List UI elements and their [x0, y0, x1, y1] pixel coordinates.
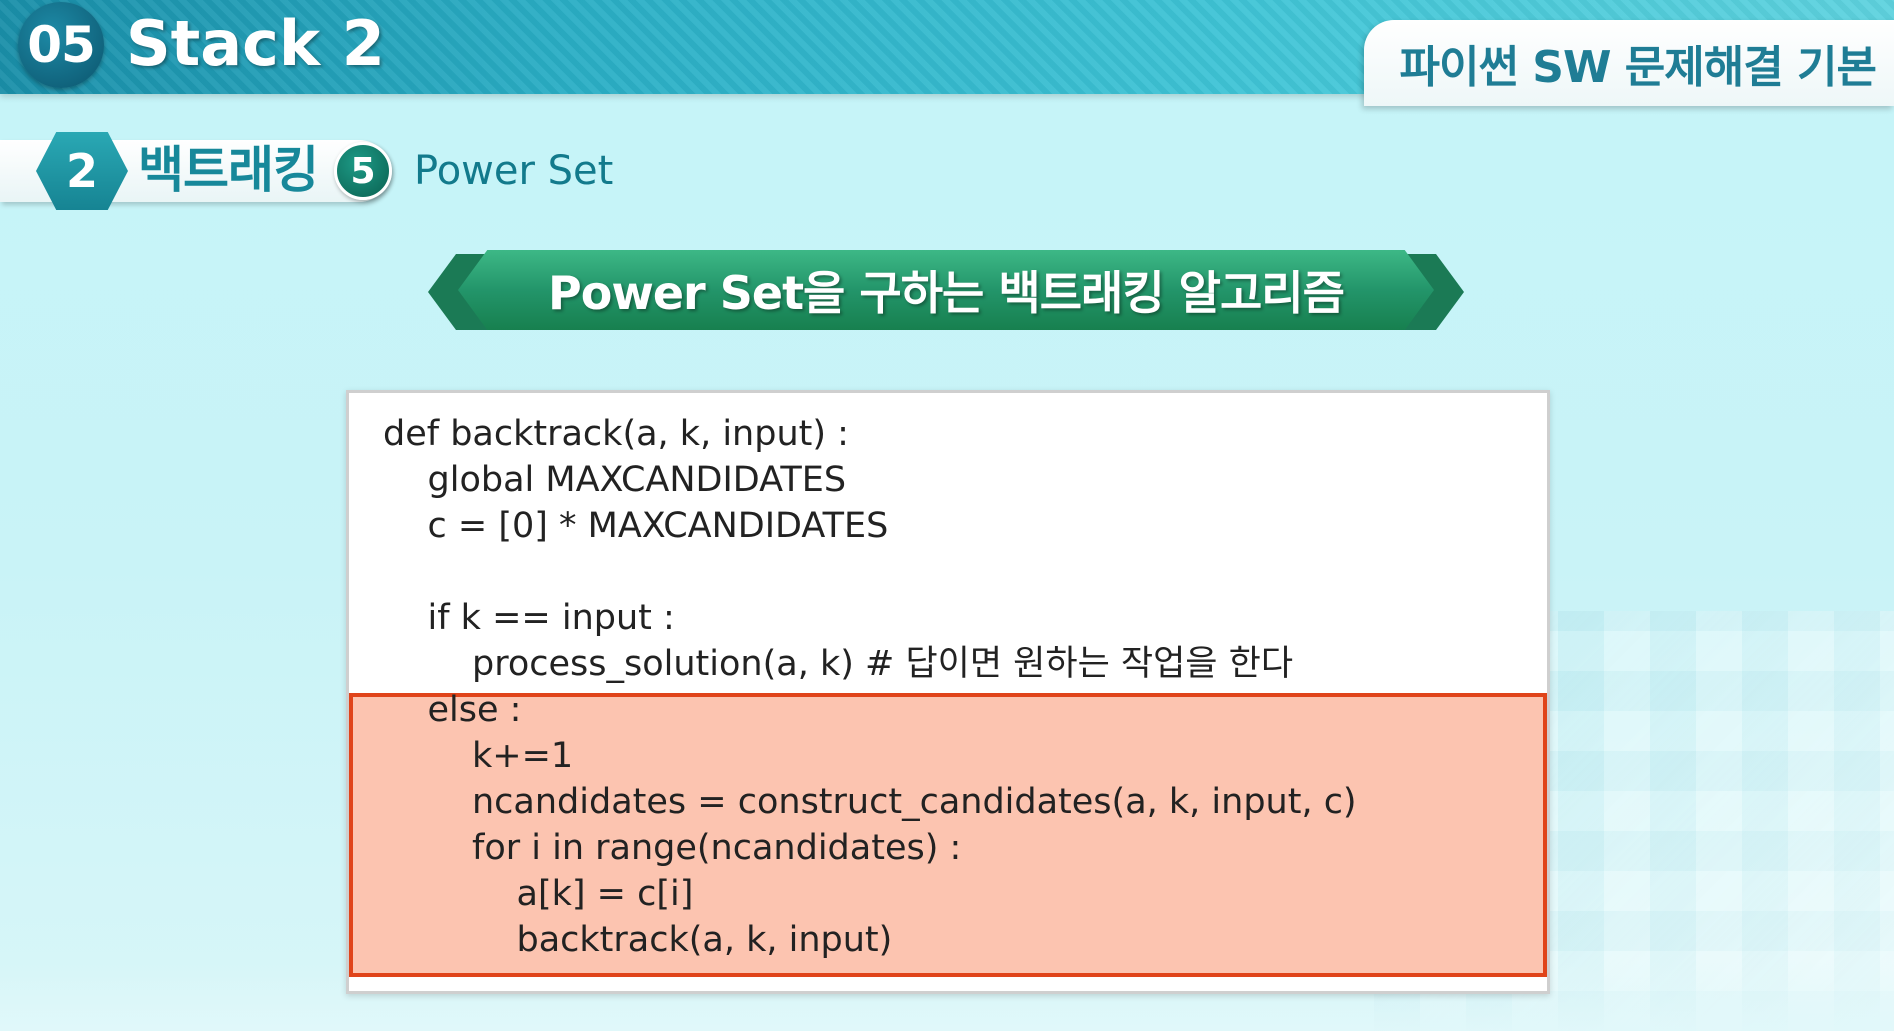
code-line: else : [383, 690, 522, 730]
banner-body: Power Set을 구하는 백트래킹 알고리즘 [458, 250, 1434, 330]
code-line: process_solution(a, k) # 답이면 원하는 작업을 한다 [383, 644, 1294, 684]
course-title-tab: 파이썬 SW 문제해결 기본 [1364, 20, 1894, 106]
code-line: backtrack(a, k, input) [383, 920, 893, 960]
topic-title: Power Set [414, 148, 614, 194]
course-title: 파이썬 SW 문제해결 기본 [1399, 42, 1877, 93]
code-block: def backtrack(a, k, input) : global MAXC… [346, 390, 1550, 994]
code-line: c = [0] * MAXCANDIDATES [383, 506, 889, 546]
code-line: for i in range(ncandidates) : [383, 828, 962, 868]
topic-number-badge: 5 [334, 142, 392, 200]
chapter-title: Stack 2 [126, 7, 385, 80]
slide-title: Power Set을 구하는 백트래킹 알고리즘 [548, 266, 1345, 320]
chapter-number-badge: 05 [18, 2, 104, 88]
section-title: 백트래킹 [138, 141, 319, 199]
code-line: global MAXCANDIDATES [383, 460, 847, 500]
code-line: if k == input : [383, 598, 675, 638]
header-bar: 05 Stack 2 파이썬 SW 문제해결 기본 [0, 0, 1894, 106]
slide-title-banner: Power Set을 구하는 백트래킹 알고리즘 [428, 250, 1464, 332]
code-line: k+=1 [383, 736, 574, 776]
code-line: def backtrack(a, k, input) : [383, 414, 849, 454]
code-line: ncandidates = construct_candidates(a, k,… [383, 782, 1357, 822]
code-line: a[k] = c[i] [383, 874, 694, 914]
